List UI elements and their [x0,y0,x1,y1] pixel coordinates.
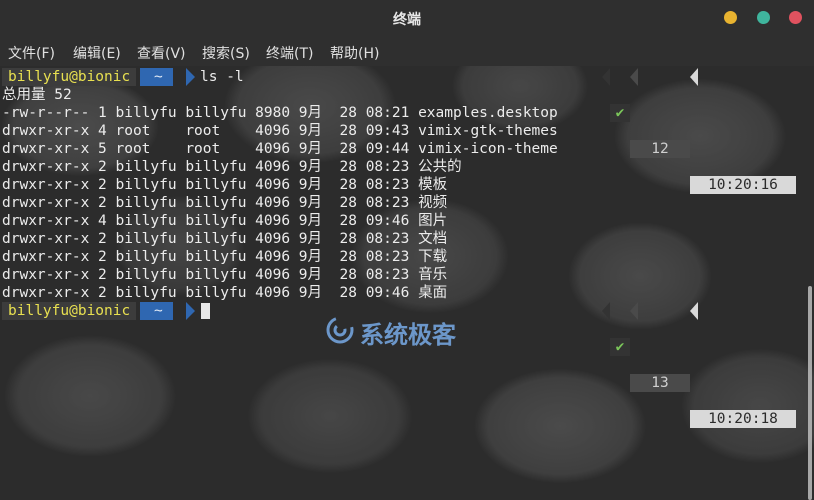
listing-row: drwxr-xr-x 5 root root 4096 9月 28 09:44 … [2,141,558,157]
prompt-separator-icon [630,68,638,86]
watermark-text: 系统极客 [360,321,456,349]
title-bar: 终端 [0,0,814,36]
window-title: 终端 [393,12,421,28]
prompt-user-host: billyfu@bionic [2,68,137,86]
listing-row: drwxr-xr-x 4 root root 4096 9月 28 09:43 … [2,123,558,139]
prompt-time: 10:20:18 [690,410,796,428]
menu-search[interactable]: 搜索(S) [202,43,250,63]
text-cursor [201,303,210,319]
prompt-separator-icon [690,68,698,86]
menu-view[interactable]: 查看(V) [137,43,186,63]
right-prompt: ✔ 13 10:20:18 [602,302,796,428]
menu-edit[interactable]: 编辑(E) [73,43,121,63]
prompt-directory: ~ [140,68,173,86]
prompt-separator-icon [602,302,610,320]
close-button[interactable] [789,11,802,24]
terminal-area[interactable]: billyfu@bionic ~ ls -l ✔ 12 10:20:16 总用量… [0,66,814,500]
history-number: 13 [630,374,690,392]
menu-help[interactable]: 帮助(H) [330,43,379,63]
right-prompt: ✔ 12 10:20:16 [602,68,796,194]
prompt-separator-icon [186,302,195,320]
prompt-user-host: billyfu@bionic [2,302,137,320]
menu-bar: 文件(F) 编辑(E) 查看(V) 搜索(S) 终端(T) 帮助(H) [0,36,814,66]
listing-row: drwxr-xr-x 2 billyfu billyfu 4096 9月 28 … [2,249,448,265]
listing-row: drwxr-xr-x 2 billyfu billyfu 4096 9月 28 … [2,285,448,301]
total-line: 总用量 52 [2,87,72,103]
prompt-directory: ~ [140,302,173,320]
prompt-separator-icon [630,302,638,320]
listing-row: drwxr-xr-x 2 billyfu billyfu 4096 9月 28 … [2,177,448,193]
swirl-logo-icon [326,316,354,344]
terminal-output: billyfu@bionic ~ ls -l ✔ 12 10:20:16 总用量… [2,66,802,428]
scrollbar[interactable] [808,286,812,500]
listing-row: -rw-r--r-- 1 billyfu billyfu 8980 9月 28 … [2,105,558,121]
checkmark-icon: ✔ [610,338,630,356]
prompt-separator-icon [602,68,610,86]
command-text: ls -l [200,69,244,85]
maximize-button[interactable] [757,11,770,24]
listing-row: drwxr-xr-x 2 billyfu billyfu 4096 9月 28 … [2,159,462,175]
prompt-separator-icon [690,302,698,320]
menu-terminal[interactable]: 终端(T) [266,43,313,63]
prompt-separator-icon [186,68,195,86]
menu-file[interactable]: 文件(F) [8,43,55,63]
listing-row: drwxr-xr-x 4 billyfu billyfu 4096 9月 28 … [2,213,448,229]
listing-row: drwxr-xr-x 2 billyfu billyfu 4096 9月 28 … [2,231,448,247]
listing-row: drwxr-xr-x 2 billyfu billyfu 4096 9月 28 … [2,195,448,211]
listing-row: drwxr-xr-x 2 billyfu billyfu 4096 9月 28 … [2,267,448,283]
minimize-button[interactable] [724,11,737,24]
prompt-line: billyfu@bionic ~ ls -l ✔ 12 10:20:16 [2,68,802,194]
